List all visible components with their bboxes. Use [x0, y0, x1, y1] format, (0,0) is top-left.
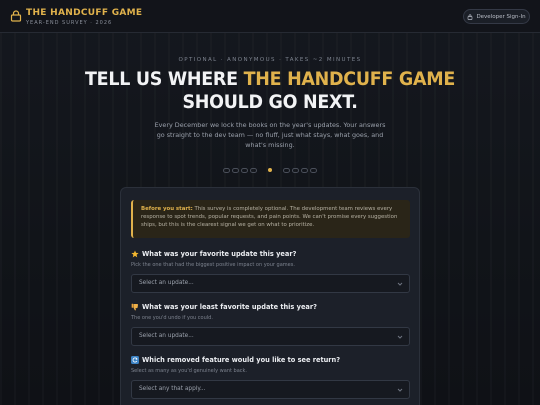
progress-pager — [0, 166, 540, 174]
removed-feature-select[interactable]: Select any that apply... — [131, 380, 410, 399]
question-label: Which removed feature would you like to … — [142, 356, 341, 364]
pager-segment — [292, 167, 299, 173]
headline-accent: THE HANDCUFF GAME — [243, 68, 456, 90]
question-removed-feature: Which removed feature would you like to … — [131, 356, 410, 399]
question-help: The one you'd undo if you could. — [131, 315, 213, 321]
question-label-row: Which removed feature would you like to … — [131, 356, 410, 364]
hero-eyebrow: OPTIONAL · ANONYMOUS · TAKES ~2 MINUTES — [178, 57, 362, 63]
question-label: What was your least favorite update this… — [142, 303, 317, 311]
pager-segment — [241, 167, 248, 173]
least-favorite-update-select[interactable]: Select an update... — [131, 327, 410, 346]
brand-subtitle: YEAR-END SURVEY · 2026 — [26, 20, 113, 26]
hero-intro: Every December we lock the books on the … — [154, 121, 386, 149]
top-bar: THE HANDCUFF GAME YEAR-END SURVEY · 2026… — [0, 0, 540, 33]
headline-pre: TELL US WHERE — [85, 68, 244, 90]
chevron-down-icon — [397, 388, 403, 392]
pager-segment — [283, 167, 290, 173]
question-label-row: What was your favorite update this year? — [131, 250, 410, 258]
thumbs-down-icon — [131, 303, 139, 311]
refresh-icon — [131, 356, 139, 364]
pager-active-dot — [268, 168, 272, 172]
pager-segment — [310, 167, 317, 173]
favorite-update-select[interactable]: Select an update... — [131, 274, 410, 293]
lock-icon — [10, 10, 22, 22]
chevron-down-icon — [397, 282, 403, 286]
question-label: What was your favorite update this year? — [142, 250, 297, 258]
star-icon — [131, 250, 139, 258]
question-help: Select as many as you'd genuinely want b… — [131, 368, 248, 374]
notice-box: Before you start: This survey is complet… — [131, 200, 410, 238]
developer-signin-button[interactable]: Developer Sign-In — [463, 9, 530, 24]
headline-post: SHOULD GO NEXT. — [182, 91, 358, 113]
notice-lead: Before you start: — [141, 206, 193, 212]
question-favorite: What was your favorite update this year?… — [131, 250, 410, 293]
page-title: TELL US WHERE THE HANDCUFF GAME SHOULD G… — [22, 68, 519, 114]
question-help: Pick the one that had the biggest positi… — [131, 262, 295, 268]
select-value: Select any that apply... — [139, 386, 206, 392]
question-label-row: What was your least favorite update this… — [131, 303, 410, 311]
select-value: Select an update... — [139, 333, 194, 339]
pager-segment — [223, 167, 230, 173]
pager-segment — [250, 167, 257, 173]
pager-segment — [301, 167, 308, 173]
question-least-favorite: What was your least favorite update this… — [131, 303, 410, 346]
signin-label: Developer Sign-In — [476, 13, 526, 20]
brand-title: THE HANDCUFF GAME — [26, 8, 143, 18]
pager-segment — [232, 167, 239, 173]
survey-card: Before you start: This survey is complet… — [120, 187, 420, 405]
select-value: Select an update... — [139, 280, 194, 286]
chevron-down-icon — [397, 335, 403, 339]
lock-icon — [468, 13, 473, 20]
